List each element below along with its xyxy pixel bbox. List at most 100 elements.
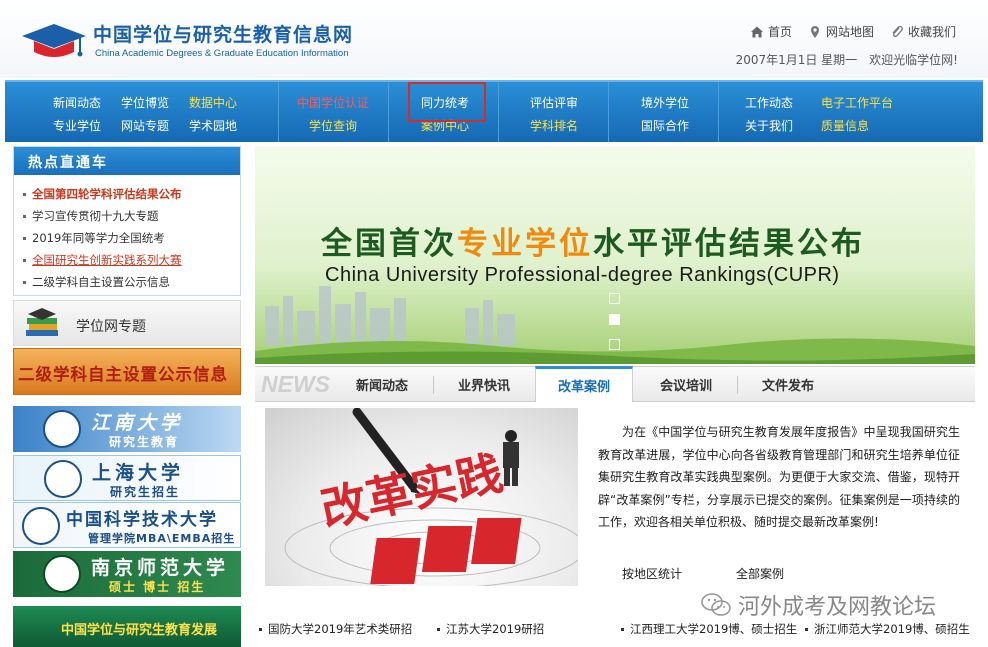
nav-item-international-cooperation[interactable]: 国际合作 <box>641 117 689 134</box>
reform-cases-description: 为在《中国学位与研究生教育发展年度报告》中呈现我国研究生教育改革进展，学位中心向… <box>598 425 960 529</box>
jiangnan-university-banner[interactable]: 江南大学 研究生教育 <box>13 406 241 452</box>
home-link-label: 首页 <box>767 25 792 39</box>
bullet-icon <box>23 280 26 284</box>
nav-item-quality-info[interactable]: 质量信息 <box>821 117 869 134</box>
reform-practice-illustration: 改革实践 <box>284 408 578 586</box>
home-icon <box>750 26 763 37</box>
slide-dot-3[interactable] <box>609 339 620 350</box>
secondary-discipline-banner-label: 二级学科自主设置公示信息 <box>18 365 228 384</box>
top-links: 首页 网站地图 收藏我们 <box>750 23 956 40</box>
reform-practice-image[interactable]: 改革实践 <box>265 408 578 586</box>
nav-item-about-us[interactable]: 关于我们 <box>745 117 793 134</box>
tab-news[interactable]: 新闻动态 <box>335 367 429 402</box>
university-seal-icon <box>22 507 60 545</box>
annual-report-banner[interactable]: 中国学位与研究生教育发展 <box>13 606 241 647</box>
sitemap-link-label: 网站地图 <box>825 25 874 39</box>
hero-title[interactable]: 全国首次专业学位水平评估结果公布 <box>321 218 865 263</box>
nav-item-academic-garden[interactable]: 学术园地 <box>189 117 237 134</box>
hot-item-discipline-evaluation[interactable]: 全国第四轮学科评估结果公布 <box>23 183 240 205</box>
all-cases-link[interactable]: 全部案例 <box>736 565 784 582</box>
nav-item-work-news[interactable]: 工作动态 <box>745 94 793 111</box>
ticker-item-label: 江西理工大学2019博、硕士招生 <box>630 622 798 636</box>
sitemap-link[interactable]: 网站地图 <box>808 23 874 40</box>
university-name: 上海大学 <box>92 462 185 484</box>
site-title[interactable]: 中国学位与研究生教育信息网 <box>93 20 353 47</box>
university-seal-icon <box>43 555 81 593</box>
ticker-item[interactable]: 浙江师范大学2019博、硕招生 <box>805 618 988 640</box>
hot-item-label: 2019年同等学力全国统考 <box>32 231 165 245</box>
ustc-banner[interactable]: 中国科学技术大学 管理学院MBA\EMBA招生 <box>13 502 241 548</box>
tab-label: 会议培训 <box>659 379 712 394</box>
nav-item-news[interactable]: 新闻动态 <box>53 94 101 111</box>
graduation-cap-logo-icon[interactable] <box>20 20 88 60</box>
ticker-item-label: 江苏大学2019研招 <box>446 622 545 636</box>
ticker-item-label: 国防大学2019年艺术类研招 <box>268 622 413 636</box>
slide-dot-1[interactable] <box>609 293 620 304</box>
wechat-icon <box>701 593 731 616</box>
hero-slideshow[interactable]: 全国首次专业学位水平评估结果公布 China University Profes… <box>255 146 975 364</box>
map-pin-icon <box>810 25 819 38</box>
news-ticker: 国防大学2019年艺术类研招 江苏大学2019研招 江西理工大学2019博、硕士… <box>255 618 988 640</box>
hot-item-equivalent-exam[interactable]: 2019年同等学力全国统考 <box>23 227 240 249</box>
bullet-icon <box>23 214 26 218</box>
hot-item-congress-study[interactable]: 学习宣传贯彻十九大专题 <box>23 205 240 227</box>
annual-report-banner-label: 中国学位与研究生教育发展 <box>61 623 218 638</box>
nav-item-site-topics[interactable]: 网站专题 <box>121 117 169 134</box>
tab-label: 业界快讯 <box>457 379 510 394</box>
hero-subtitle: China University Professional-degree Ran… <box>325 264 840 286</box>
university-subtitle: 研究生教育 <box>109 435 180 449</box>
nav-item-professional-degree[interactable]: 专业学位 <box>53 117 101 134</box>
site-topics-banner[interactable]: 学位网专题 <box>13 300 241 346</box>
tab-meetings-training[interactable]: 会议培训 <box>639 367 733 402</box>
nav-item-discipline-ranking[interactable]: 学科排名 <box>530 117 578 134</box>
nav-item-degree-query[interactable]: 学位查询 <box>309 117 357 134</box>
university-subtitle: 硕士 博士 招生 <box>109 580 206 594</box>
tab-reform-cases[interactable]: 改革案例 <box>535 366 633 402</box>
ticker-item-label: 浙江师范大学2019博、硕招生 <box>814 622 970 636</box>
tab-industry-news[interactable]: 业界快讯 <box>437 367 531 402</box>
hot-item-label: 二级学科自主设置公示信息 <box>32 275 170 289</box>
hot-item-label: 学习宣传贯彻十九大专题 <box>32 209 159 223</box>
nav-group-international: 境外学位 国际合作 <box>608 82 718 142</box>
tab-documents[interactable]: 文件发布 <box>741 367 835 402</box>
nav-group-evaluation: 评估评审 学科排名 <box>498 82 608 142</box>
tab-label: 新闻动态 <box>355 379 408 394</box>
tab-label: 文件发布 <box>761 379 814 394</box>
nanjing-normal-university-banner[interactable]: 南京师范大学 硕士 博士 招生 <box>13 551 241 597</box>
nav-item-degree-expo[interactable]: 学位博览 <box>121 94 169 111</box>
shanghai-university-banner[interactable]: 上海大学 研究生招生 <box>13 455 241 501</box>
main-navigation: 新闻动态 学位博览 数据中心 专业学位 网站专题 学术园地 中国学位认证 学位查… <box>5 80 983 142</box>
secondary-discipline-banner[interactable]: 二级学科自主设置公示信息 <box>13 348 241 395</box>
date-welcome-text: 2007年1月1日 星期一 欢迎光临学位网! <box>735 53 958 67</box>
bullet-icon <box>23 192 26 196</box>
site-header: 中国学位与研究生教育信息网 China Academic Degrees & G… <box>0 0 988 78</box>
ticker-item[interactable]: 江西理工大学2019博、硕士招生 <box>621 618 805 640</box>
hero-title-suffix: 水平评估结果公布 <box>593 226 865 262</box>
university-name: 南京师范大学 <box>91 557 230 579</box>
university-seal-icon <box>43 410 81 448</box>
nav-item-data-center[interactable]: 数据中心 <box>189 94 237 111</box>
hot-item-secondary-discipline[interactable]: 二级学科自主设置公示信息 <box>23 271 240 293</box>
favorite-link[interactable]: 收藏我们 <box>890 23 956 40</box>
hero-title-prefix: 全国首次 <box>321 226 457 262</box>
nav-item-overseas-degree[interactable]: 境外学位 <box>641 94 689 111</box>
stats-by-region-link[interactable]: 按地区统计 <box>622 565 682 582</box>
home-link[interactable]: 首页 <box>750 23 792 40</box>
news-tabs: NEWS 新闻动态 业界快讯 改革案例 会议培训 文件发布 <box>255 366 975 402</box>
bullet-icon <box>437 627 440 631</box>
nav-group-about: 工作动态 电子工作平台 关于我们 质量信息 <box>718 82 983 142</box>
ticker-item[interactable]: 江苏大学2019研招 <box>437 618 621 640</box>
university-name: 江南大学 <box>91 412 184 434</box>
nav-item-e-platform[interactable]: 电子工作平台 <box>821 94 893 111</box>
hot-topics-title: 热点直通车 <box>14 147 240 175</box>
nav-item-degree-certification[interactable]: 中国学位认证 <box>297 94 369 111</box>
hot-item-innovation-contest[interactable]: 全国研究生创新实践系列大赛 <box>23 249 240 271</box>
nav-highlight-box <box>408 82 486 122</box>
slide-dot-2[interactable] <box>609 314 620 325</box>
tab-label: 改革案例 <box>557 380 610 395</box>
university-subtitle: 管理学院MBA\EMBA招生 <box>88 532 236 545</box>
nav-item-evaluation[interactable]: 评估评审 <box>530 94 578 111</box>
ticker-item[interactable]: 国防大学2019年艺术类研招 <box>255 618 437 640</box>
news-watermark-text: NEWS <box>261 371 330 397</box>
hot-item-label: 全国研究生创新实践系列大赛 <box>32 253 182 267</box>
